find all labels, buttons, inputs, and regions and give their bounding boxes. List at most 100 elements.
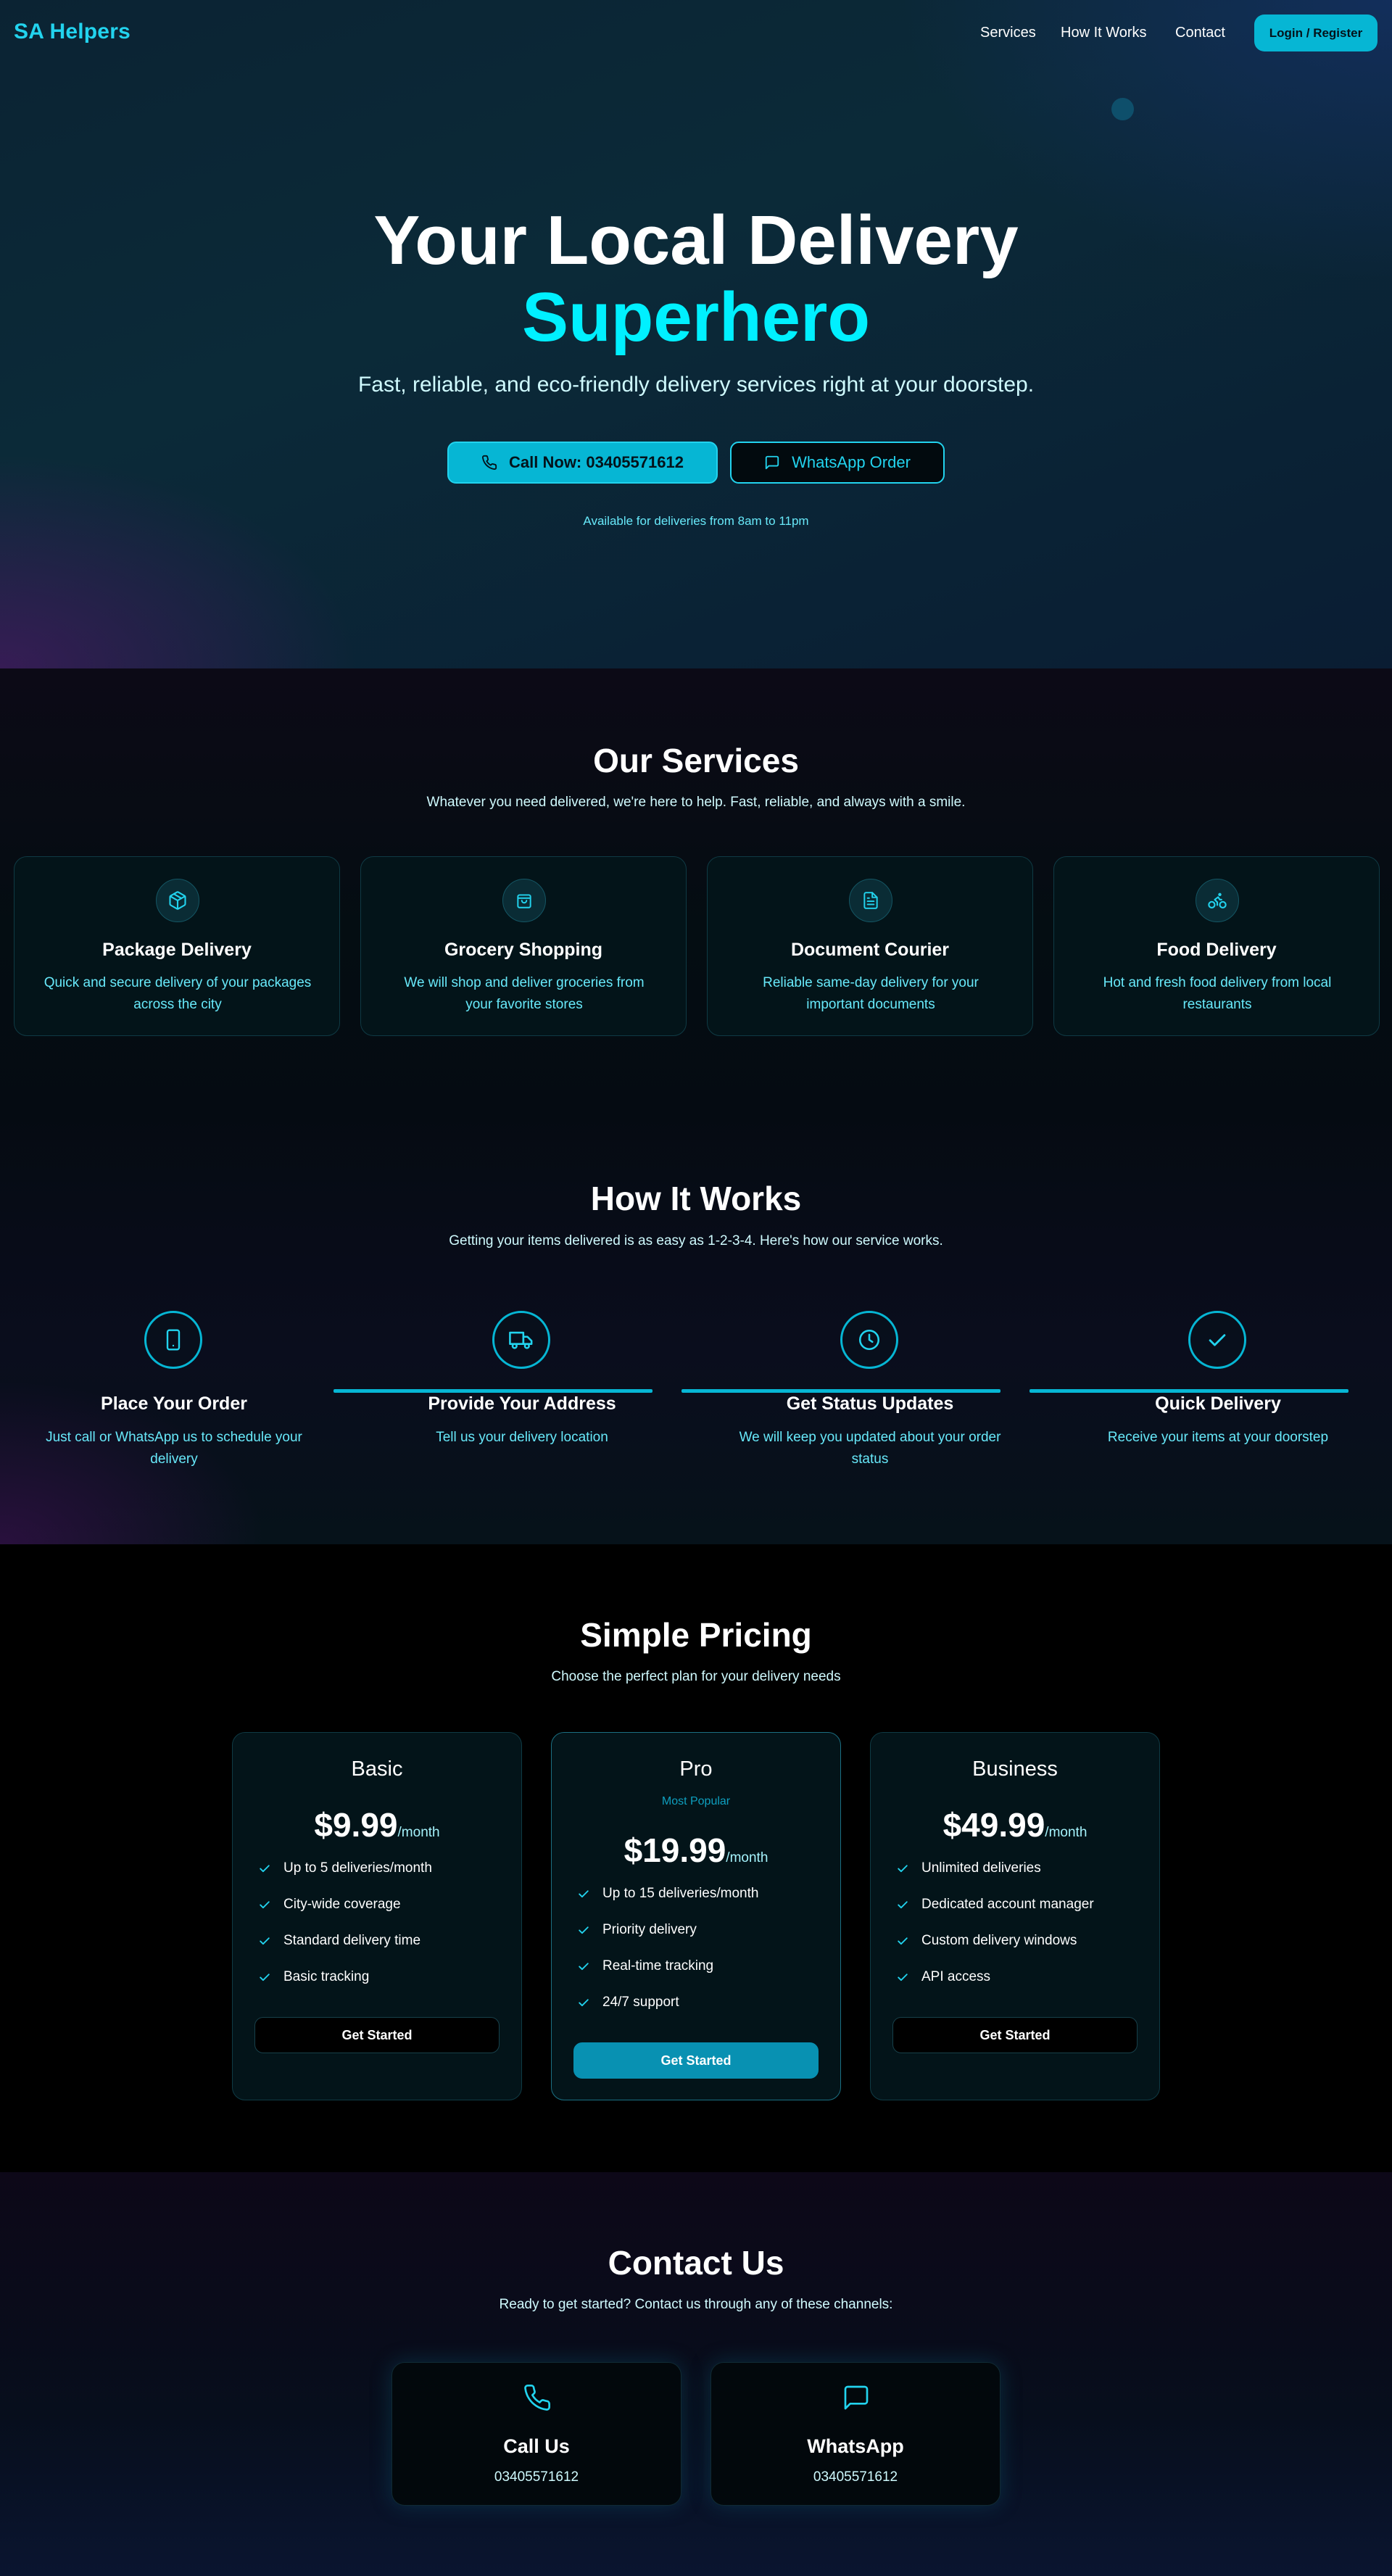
package-icon: [156, 879, 199, 922]
plan-feature: Custom delivery windows: [895, 1931, 1077, 1951]
step-description: Tell us your delivery location: [377, 1427, 667, 1449]
price-period: /month: [1045, 1825, 1088, 1840]
price-amount: $9.99: [314, 1806, 398, 1844]
pricing-title: Simple Pricing: [580, 1616, 812, 1654]
check-icon: [895, 1970, 910, 1984]
contact-section: Contact Us Ready to get started? Contact…: [0, 2172, 1392, 2576]
feature-label: Priority delivery: [602, 1922, 697, 1937]
service-description: Quick and secure delivery of your packag…: [33, 972, 323, 1016]
feature-label: Real-time tracking: [602, 1958, 714, 1974]
whatsapp-order-button[interactable]: WhatsApp Order: [730, 442, 945, 484]
contact-card-whatsapp[interactable]: WhatsApp 03405571612: [710, 2362, 1000, 2506]
step-description-line: Receive your items at your doorstep: [1107, 1430, 1329, 1445]
plan-name: Pro: [679, 1757, 713, 1781]
plan-feature: Standard delivery time: [257, 1931, 420, 1951]
feature-label: City-wide coverage: [283, 1897, 401, 1912]
feature-label: Unlimited deliveries: [921, 1860, 1041, 1876]
step-description-line: delivery: [150, 1451, 198, 1467]
hero-subtitle: Fast, reliable, and eco-friendly deliver…: [357, 373, 1035, 397]
contact-title: Contact Us: [608, 2244, 784, 2282]
service-description-line: important documents: [806, 997, 935, 1012]
hero-title: Your Local Delivery: [373, 202, 1019, 279]
check-icon: [895, 1934, 910, 1948]
document-icon: [849, 879, 892, 922]
step-connector: [682, 1389, 1000, 1393]
hero-title-accent: Superhero: [521, 278, 871, 356]
plan-feature: Basic tracking: [257, 1967, 369, 1987]
step-description-line: status: [851, 1451, 889, 1467]
plan-price: $19.99/month: [552, 1831, 840, 1870]
nav-link-how-it-works[interactable]: How It Works: [1061, 25, 1147, 41]
contact-subtitle: Ready to get started? Contact us through…: [499, 2297, 893, 2312]
step-connector: [334, 1389, 652, 1393]
step-description-line: We will keep you updated about your orde…: [739, 1430, 1001, 1445]
step-description: Receive your items at your doorstep: [1073, 1427, 1363, 1449]
check-icon: [257, 1897, 272, 1912]
check-icon: [1205, 1328, 1230, 1352]
get-started-button-pro[interactable]: Get Started: [573, 2042, 819, 2079]
hero-section: SA Helpers Services How It Works Contact…: [0, 0, 1392, 668]
get-started-button-business[interactable]: Get Started: [892, 2017, 1138, 2053]
availability-note: Available for deliveries from 8am to 11p…: [583, 514, 809, 528]
plan-feature: City-wide coverage: [257, 1894, 401, 1915]
contact-channel-value: 03405571612: [494, 2469, 579, 2485]
nav-link-contact[interactable]: Contact: [1175, 25, 1225, 41]
services-subtitle: Whatever you need delivered, we're here …: [426, 795, 966, 810]
logo[interactable]: SA Helpers: [14, 20, 130, 44]
phone-icon: [481, 455, 497, 471]
pricing-subtitle: Choose the perfect plan for your deliver…: [551, 1669, 841, 1684]
plan-feature: Up to 15 deliveries/month: [576, 1884, 758, 1904]
service-description-line: your favorite stores: [465, 997, 583, 1012]
service-description-line: Quick and secure delivery of your packag…: [44, 975, 312, 990]
pricing-card-business: Business $49.99/month Unlimited deliveri…: [870, 1732, 1160, 2100]
feature-label: Standard delivery time: [283, 1933, 421, 1948]
pricing-card-pro: Pro Most Popular $19.99/month Up to 15 d…: [551, 1732, 841, 2100]
whatsapp-order-label: WhatsApp Order: [792, 453, 911, 471]
check-icon: [576, 1923, 591, 1937]
step-connector: [1030, 1389, 1348, 1393]
contact-card-call[interactable]: Call Us 03405571612: [392, 2362, 682, 2506]
service-description-line: We will shop and deliver groceries from: [404, 975, 645, 990]
check-icon: [895, 1897, 910, 1912]
check-icon: [257, 1970, 272, 1984]
services-title: Our Services: [593, 742, 799, 779]
feature-label: Dedicated account manager: [921, 1897, 1094, 1912]
get-started-button-basic[interactable]: Get Started: [254, 2017, 500, 2053]
login-register-button[interactable]: Login / Register: [1254, 15, 1378, 51]
phone-icon: [523, 2383, 552, 2412]
check-icon: [257, 1934, 272, 1948]
step-icon-circle: [1188, 1311, 1246, 1369]
plan-name: Business: [972, 1757, 1058, 1781]
nav-link-services[interactable]: Services: [980, 25, 1036, 41]
step-title: Provide Your Address: [428, 1393, 616, 1414]
service-card-food-delivery: Food Delivery Hot and fresh food deliver…: [1053, 856, 1380, 1036]
service-card-document-courier: Document Courier Reliable same-day deliv…: [707, 856, 1033, 1036]
pricing-card-basic: Basic $9.99/month Up to 5 deliveries/mon…: [232, 1732, 522, 2100]
plan-feature: Real-time tracking: [576, 1956, 713, 1976]
step-description: Just call or WhatsApp us to schedule you…: [29, 1427, 319, 1470]
message-icon: [764, 455, 780, 471]
feature-label: API access: [921, 1969, 991, 1984]
step-description-line: Just call or WhatsApp us to schedule you…: [46, 1430, 302, 1445]
contact-channel-value: 03405571612: [813, 2469, 898, 2485]
contact-channel-title: Call Us: [503, 2435, 570, 2457]
plan-feature: Priority delivery: [576, 1920, 697, 1940]
step-icon-circle: [840, 1311, 898, 1369]
plan-price: $49.99/month: [871, 1805, 1159, 1844]
plan-feature: Up to 5 deliveries/month: [257, 1858, 432, 1879]
service-description: Reliable same-day delivery for your impo…: [726, 972, 1016, 1016]
bike-icon: [1196, 879, 1239, 922]
price-amount: $49.99: [942, 1806, 1045, 1844]
service-card-grocery-shopping: Grocery Shopping We will shop and delive…: [360, 856, 687, 1036]
call-now-button[interactable]: Call Now: 03405571612: [447, 442, 718, 484]
feature-label: Custom delivery windows: [921, 1933, 1077, 1948]
message-icon: [842, 2383, 871, 2412]
navbar: SA Helpers Services How It Works Contact…: [0, 0, 1392, 67]
service-description-line: Reliable same-day delivery for your: [763, 975, 979, 990]
step-title: Quick Delivery: [1155, 1393, 1281, 1414]
service-title: Grocery Shopping: [444, 940, 603, 960]
call-now-label: Call Now: 03405571612: [509, 453, 684, 471]
contact-channel-title: WhatsApp: [807, 2435, 904, 2457]
step-title: Get Status Updates: [786, 1393, 954, 1414]
service-description: Hot and fresh food delivery from local r…: [1072, 972, 1362, 1016]
